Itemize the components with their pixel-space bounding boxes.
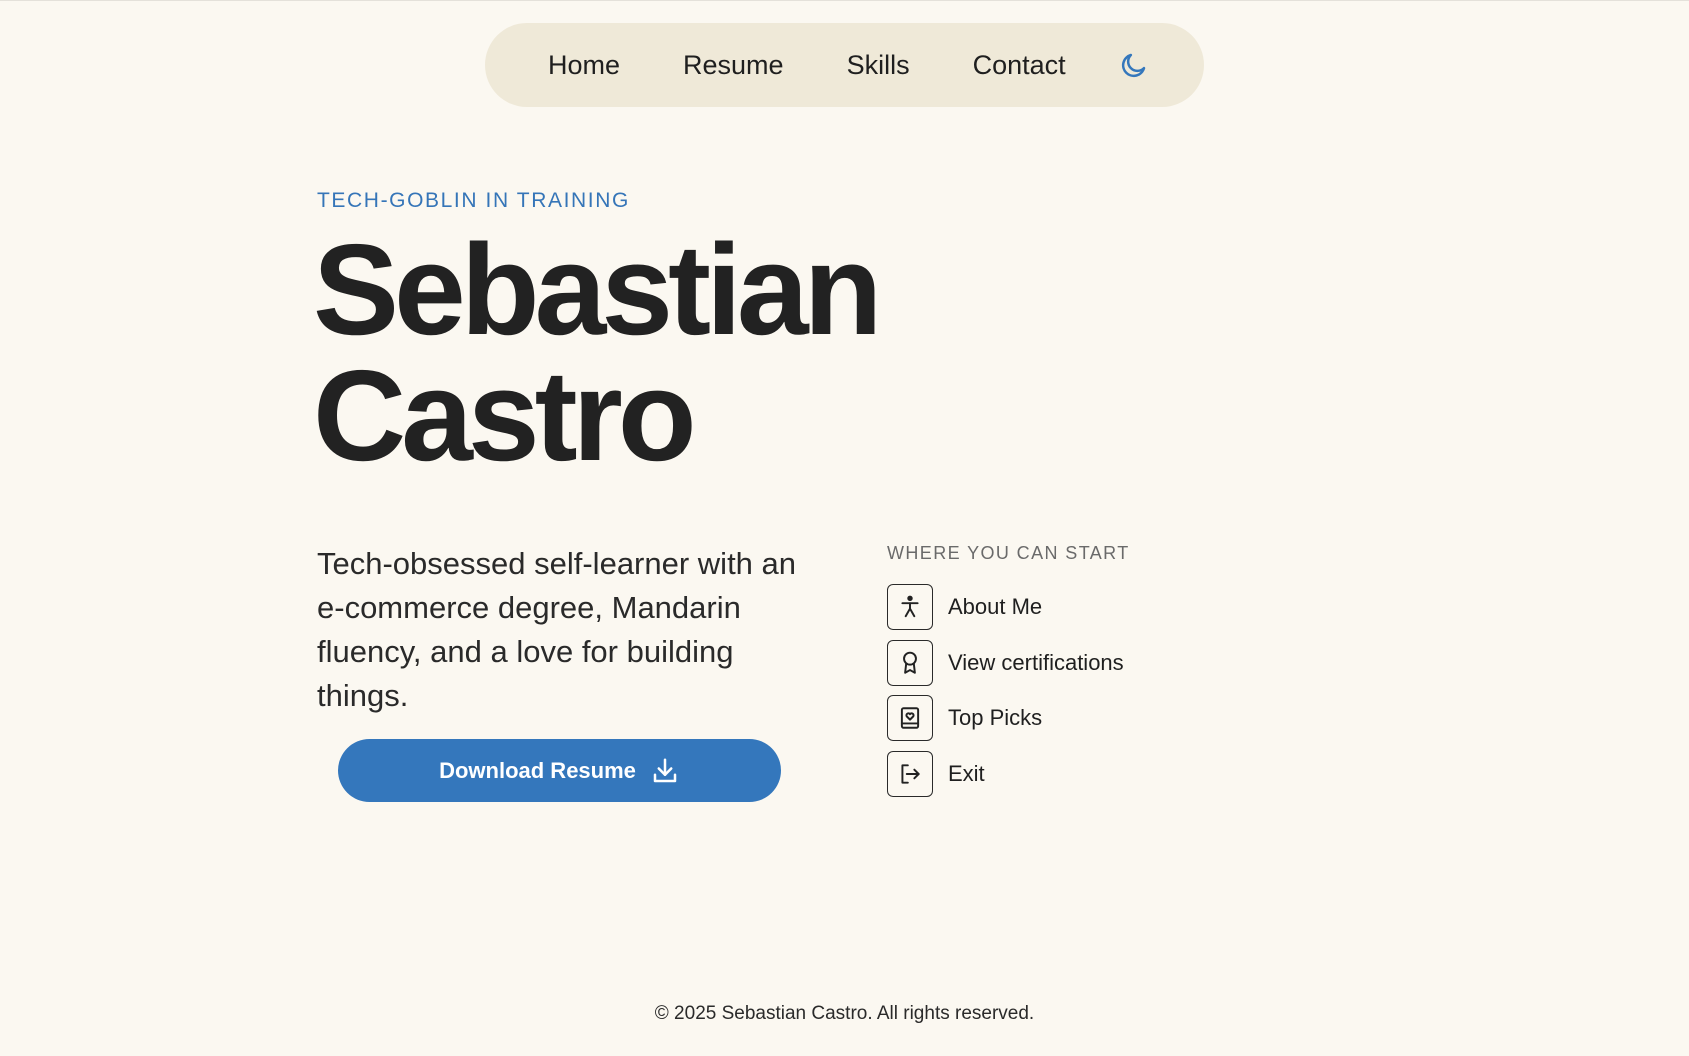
download-resume-button[interactable]: Download Resume <box>338 739 781 802</box>
nav-contact-link[interactable]: Contact <box>973 50 1066 81</box>
start-item-label: About Me <box>948 594 1043 619</box>
start-item-label: Top Picks <box>948 705 1043 730</box>
start-item-about-me[interactable]: About Me <box>887 584 1124 630</box>
heart-book-icon <box>887 695 933 741</box>
person-icon <box>887 584 933 630</box>
start-heading: WHERE YOU CAN START <box>887 543 1130 563</box>
hero-bio: Tech-obsessed self-learner with an e-com… <box>317 546 797 713</box>
nav-skills-link[interactable]: Skills <box>847 50 910 81</box>
start-item-top-picks[interactable]: Top Picks <box>887 695 1124 741</box>
start-item-label: Exit <box>948 760 985 786</box>
start-item-label: View certifications <box>948 649 1124 675</box>
theme-toggle-button[interactable] <box>1119 50 1149 80</box>
start-item-exit[interactable]: Exit <box>887 750 1124 797</box>
nav-home-link[interactable]: Home <box>548 50 620 81</box>
footer-copyright: © 2025 Sebastian Castro. All rights rese… <box>654 1003 1035 1024</box>
start-list: About Me View certifications Top Picks E… <box>887 584 1124 806</box>
download-icon <box>650 756 680 786</box>
exit-icon <box>887 750 933 797</box>
start-item-certifications[interactable]: View certifications <box>887 639 1124 686</box>
hero-last-name: Castro <box>313 344 697 488</box>
nav-resume-link[interactable]: Resume <box>683 50 784 81</box>
moon-icon <box>1121 53 1145 78</box>
download-resume-label: Download Resume <box>439 757 636 783</box>
hero-name: Sebastian Castro <box>313 218 882 488</box>
hero-eyebrow: TECH-GOBLIN IN TRAINING <box>317 189 630 212</box>
top-nav: Home Resume Skills Contact <box>485 23 1204 107</box>
hero-first-name: Sebastian <box>313 218 882 362</box>
award-icon <box>887 639 933 686</box>
page: Home Resume Skills Contact TECH-GOBLIN I… <box>0 0 1689 1056</box>
